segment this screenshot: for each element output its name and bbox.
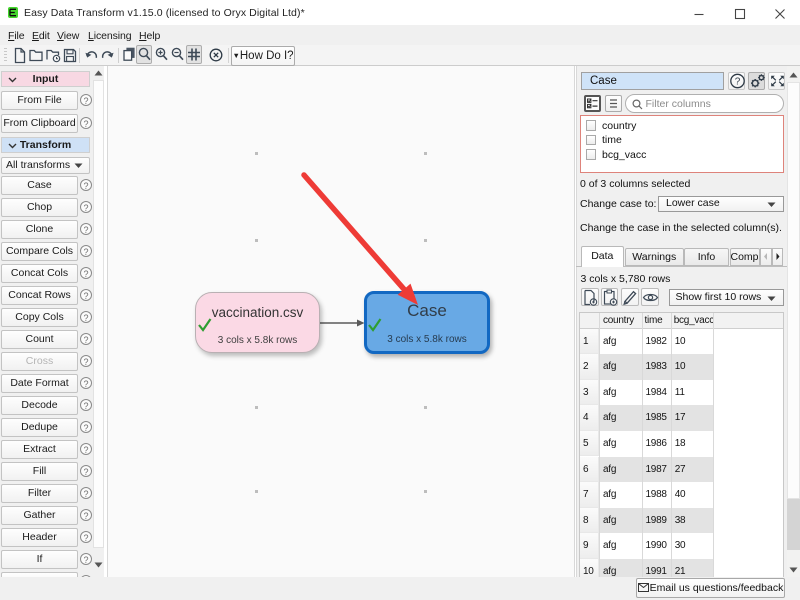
- svg-text:?: ?: [734, 76, 740, 87]
